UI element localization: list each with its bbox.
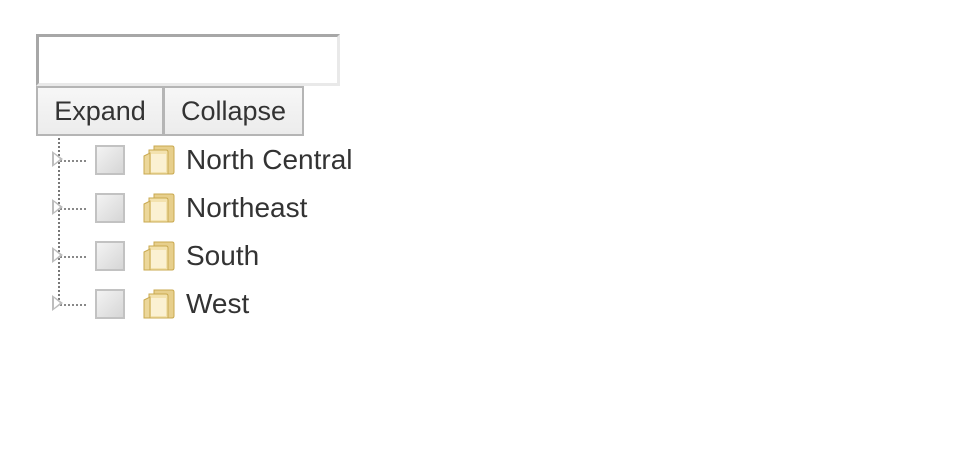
node-checkbox[interactable] (95, 241, 125, 271)
tree-node-label[interactable]: Northeast (186, 191, 307, 225)
search-input[interactable] (36, 34, 340, 86)
node-checkbox[interactable] (95, 145, 125, 175)
expand-arrow-icon[interactable] (52, 295, 63, 311)
tree-node[interactable]: West (0, 288, 400, 352)
tree-branch-line (60, 160, 86, 162)
folder-icon (143, 289, 175, 319)
tree-branch-line (60, 256, 86, 258)
node-checkbox[interactable] (95, 193, 125, 223)
folder-icon (143, 193, 175, 223)
collapse-button[interactable]: Collapse (163, 86, 304, 136)
tree-node-label[interactable]: South (186, 239, 259, 273)
expand-arrow-icon[interactable] (52, 151, 63, 167)
expand-button[interactable]: Expand (36, 86, 164, 136)
tree-branch-line (60, 208, 86, 210)
expand-arrow-icon[interactable] (52, 199, 63, 215)
expand-arrow-icon[interactable] (52, 247, 63, 263)
tree-node-label[interactable]: West (186, 287, 249, 321)
tree-branch-line (60, 304, 86, 306)
folder-icon (143, 145, 175, 175)
node-checkbox[interactable] (95, 289, 125, 319)
folder-icon (143, 241, 175, 271)
tree-node-label[interactable]: North Central (186, 143, 353, 177)
